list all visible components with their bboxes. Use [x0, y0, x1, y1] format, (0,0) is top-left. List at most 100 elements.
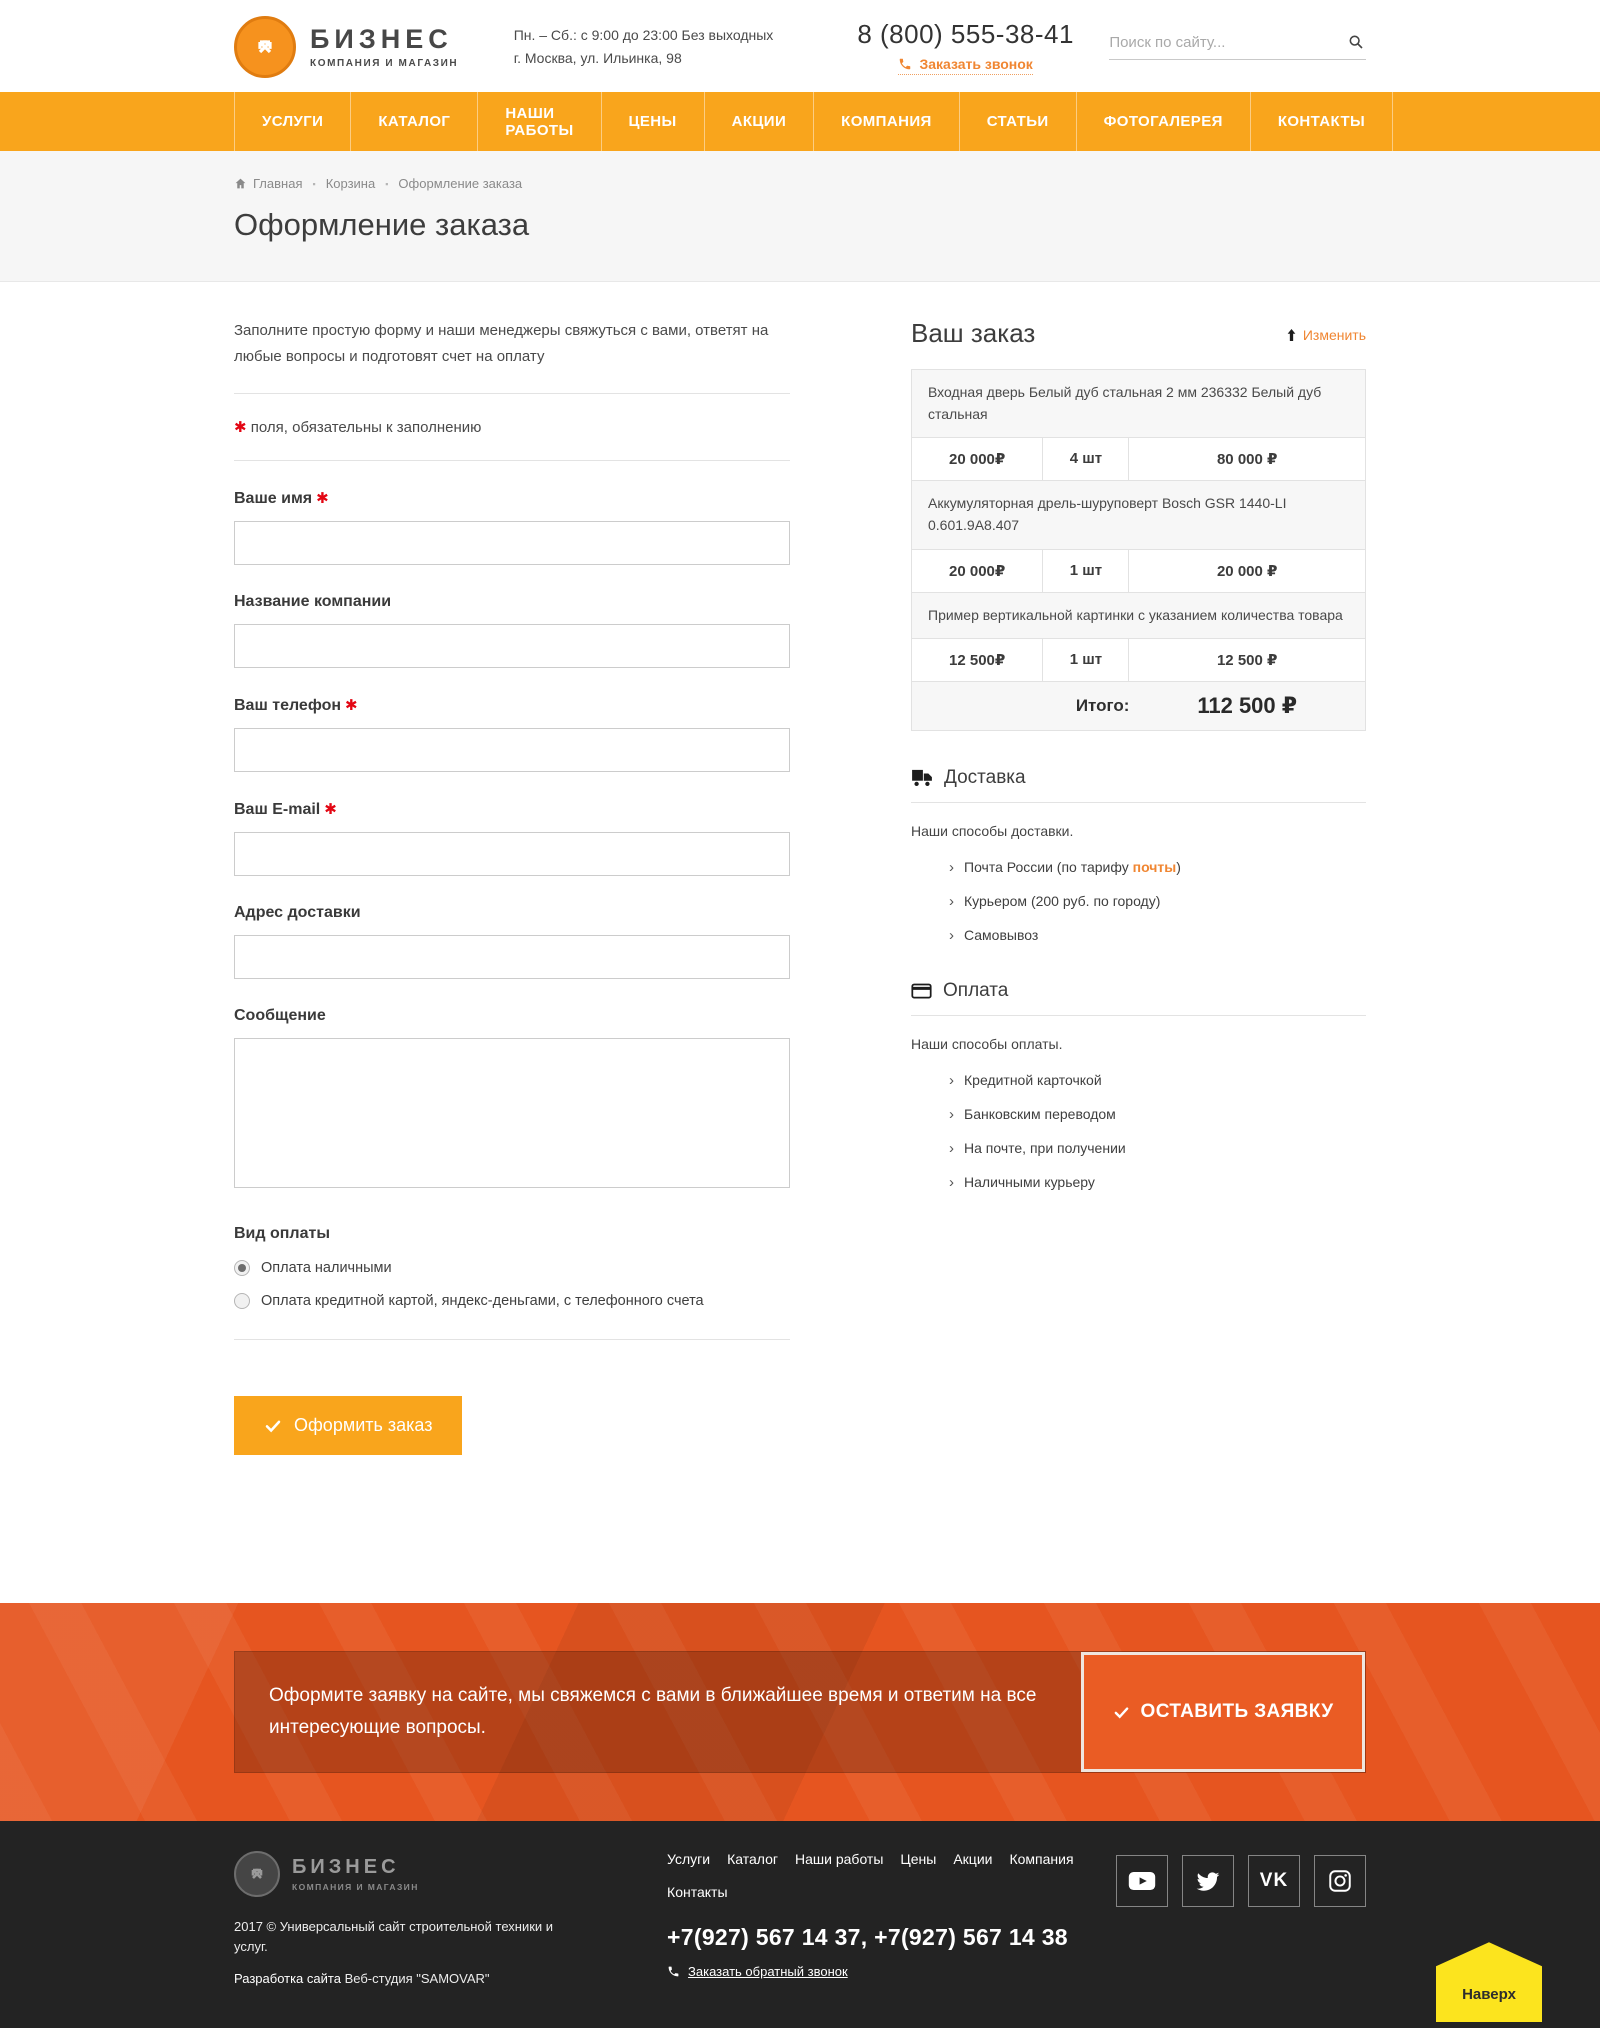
footer-link-tseny[interactable]: Цены	[900, 1851, 936, 1867]
leave-request-button[interactable]: ОСТАВИТЬ ЗАЯВКУ	[1081, 1652, 1365, 1772]
footer-link-uslugi[interactable]: Услуги	[667, 1851, 710, 1867]
radio-unchecked-icon	[234, 1293, 250, 1309]
dev-studio-text: Веб-студия "SAMOVAR"	[345, 1971, 490, 1986]
payment-radio-cash[interactable]: Оплата наличными	[234, 1260, 790, 1276]
message-textarea[interactable]	[234, 1038, 790, 1188]
breadcrumb-cart[interactable]: Корзина	[326, 176, 376, 191]
item-qty: 4 шт	[1043, 438, 1129, 480]
item-qty: 1 шт	[1043, 639, 1129, 681]
footer-logo-title: БИЗНЕС	[292, 1856, 400, 1878]
divider	[911, 802, 1366, 803]
scroll-to-top-button[interactable]: Наверх	[1436, 1942, 1542, 2022]
vk-button[interactable]: VK	[1248, 1855, 1300, 1907]
search-button[interactable]	[1348, 34, 1364, 53]
divider	[911, 1015, 1366, 1016]
footer-callback-link[interactable]: Заказать обратный звонок	[667, 1964, 848, 1979]
divider	[234, 1339, 790, 1340]
order-item-name: Пример вертикальной картинки с указанием…	[912, 593, 1365, 640]
header-phone: 8 (800) 555-38-41	[822, 19, 1109, 50]
edit-order-link[interactable]: Изменить	[1286, 327, 1366, 343]
footer: БИЗНЕС КОМПАНИЯ И МАГАЗИН 2017 © Универс…	[0, 1821, 1600, 2028]
chevron-icon: ›	[949, 1140, 954, 1157]
payment-intro: Наши способы оплаты.	[911, 1036, 1366, 1052]
item-price: 12 500₽	[912, 639, 1043, 681]
required-note: поля, обязательны к заполнению	[251, 419, 482, 436]
footer-link-aktsii[interactable]: Акции	[953, 1851, 992, 1867]
logo-arrows-icon	[234, 16, 296, 78]
footer-link-kompaniya[interactable]: Компания	[1009, 1851, 1073, 1867]
site-logo[interactable]: БИЗНЕС КОМПАНИЯ И МАГАЗИН	[234, 16, 514, 78]
home-icon	[234, 177, 247, 190]
footer-logo-subtitle: КОМПАНИЯ И МАГАЗИН	[292, 1882, 419, 1892]
item-price: 20 000₽	[912, 438, 1043, 480]
nav-item-fotogalereya[interactable]: ФОТОГАЛЕРЕЯ	[1076, 92, 1250, 151]
company-field[interactable]	[234, 624, 790, 668]
instagram-button[interactable]	[1314, 1855, 1366, 1907]
order-table: Входная дверь Белый дуб стальная 2 мм 23…	[911, 369, 1366, 731]
title-band: Главная ▪ Корзина ▪ Оформление заказа Оф…	[0, 151, 1600, 282]
post-tariff-link[interactable]: почты	[1133, 859, 1177, 875]
footer-link-nashi-raboty[interactable]: Наши работы	[795, 1851, 883, 1867]
order-item-name: Входная дверь Белый дуб стальная 2 мм 23…	[912, 370, 1365, 438]
divider	[234, 393, 790, 394]
payment-title: Оплата	[943, 980, 1008, 1002]
nav-item-uslugi[interactable]: УСЛУГИ	[234, 92, 350, 151]
nav-item-kontakty[interactable]: КОНТАКТЫ	[1250, 92, 1393, 151]
phone-label: Ваш телефон✱	[234, 696, 790, 715]
nav-item-aktsii[interactable]: АКЦИИ	[704, 92, 814, 151]
delivery-title: Доставка	[944, 767, 1026, 789]
order-item-values: 20 000₽ 4 шт 80 000 ₽	[912, 438, 1365, 481]
email-field[interactable]	[234, 832, 790, 876]
site-development-link[interactable]: Разработка сайта	[234, 1971, 341, 1986]
submit-order-button[interactable]: Оформить заказ	[234, 1396, 462, 1455]
cta-box: Оформите заявку на сайте, мы свяжемся с …	[234, 1651, 1366, 1773]
footer-copyright: 2017 © Универсальный сайт строительной т…	[234, 1917, 584, 1957]
search-input[interactable]	[1109, 34, 1339, 51]
nav-item-katalog[interactable]: КАТАЛОГ	[350, 92, 477, 151]
nav-item-kompaniya[interactable]: КОМПАНИЯ	[813, 92, 959, 151]
address-field[interactable]	[234, 935, 790, 979]
item-qty: 1 шт	[1043, 550, 1129, 592]
email-label: Ваш E-mail✱	[234, 800, 790, 819]
twitter-button[interactable]	[1182, 1855, 1234, 1907]
payment-section: Оплата Наши способы оплаты. ›Кредитной к…	[911, 980, 1366, 1191]
payment-option-transfer: ›Банковским переводом	[949, 1106, 1366, 1123]
schedule-hours: Пн. – Сб.: с 9:00 до 23:00 Без выходных	[514, 24, 780, 47]
footer-logo[interactable]: БИЗНЕС КОМПАНИЯ И МАГАЗИН	[234, 1851, 605, 1897]
order-item-values: 12 500₽ 1 шт 12 500 ₽	[912, 639, 1365, 682]
order-total-row: Итого: 112 500 ₽	[912, 682, 1365, 730]
chevron-icon: ›	[949, 1072, 954, 1089]
breadcrumb-separator: ▪	[312, 179, 315, 189]
payment-option-card: ›Кредитной карточкой	[949, 1072, 1366, 1089]
nav-item-nashi-raboty[interactable]: НАШИ РАБОТЫ	[477, 92, 600, 151]
form-intro: Заполните простую форму и наши менеджеры…	[234, 318, 790, 369]
footer-link-katalog[interactable]: Каталог	[727, 1851, 778, 1867]
nav-item-tseny[interactable]: ЦЕНЫ	[601, 92, 704, 151]
delivery-section: Доставка Наши способы доставки. ›Почта Р…	[911, 767, 1366, 944]
footer-nav: Услуги Каталог Наши работы Цены Акции Ко…	[667, 1851, 1116, 1900]
delivery-option-post: ›Почта России (по тарифу почты)	[949, 859, 1366, 876]
payment-option-cash-courier: ›Наличными курьеру	[949, 1174, 1366, 1191]
footer-link-kontakty[interactable]: Контакты	[667, 1884, 727, 1900]
breadcrumb-current: Оформление заказа	[398, 176, 522, 191]
delivery-option-courier: ›Курьером (200 руб. по городу)	[949, 893, 1366, 910]
name-field[interactable]	[234, 521, 790, 565]
required-mark: ✱	[234, 419, 247, 436]
breadcrumb-home[interactable]: Главная	[234, 176, 302, 191]
twitter-icon	[1195, 1868, 1221, 1894]
top-header: БИЗНЕС КОМПАНИЯ И МАГАЗИН Пн. – Сб.: с 9…	[0, 0, 1600, 92]
address-label: Адрес доставки	[234, 904, 790, 922]
order-call-link[interactable]: Заказать звонок	[898, 56, 1032, 75]
chevron-icon: ›	[949, 1106, 954, 1123]
radio-checked-icon	[234, 1260, 250, 1276]
cta-text: Оформите заявку на сайте, мы свяжемся с …	[269, 1680, 1045, 1745]
schedule-address: г. Москва, ул. Ильинка, 98	[514, 47, 780, 70]
nav-item-stati[interactable]: СТАТЬИ	[959, 92, 1076, 151]
payment-kind-label: Вид оплаты	[234, 1225, 790, 1243]
payment-radio-card[interactable]: Оплата кредитной картой, яндекс-деньгами…	[234, 1293, 790, 1309]
phone-icon	[898, 57, 912, 71]
phone-field[interactable]	[234, 728, 790, 772]
company-label: Название компании	[234, 593, 790, 611]
main-navigation: УСЛУГИ КАТАЛОГ НАШИ РАБОТЫ ЦЕНЫ АКЦИИ КО…	[0, 92, 1600, 151]
youtube-button[interactable]	[1116, 1855, 1168, 1907]
